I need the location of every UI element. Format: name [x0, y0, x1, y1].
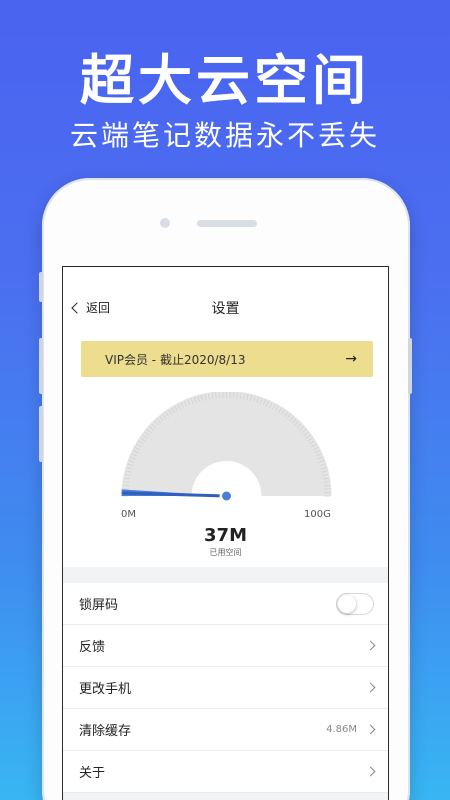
setting-clear-cache[interactable]: 清除缓存 4.86M: [63, 709, 388, 751]
side-button: [39, 272, 43, 302]
camera-icon: [160, 218, 170, 228]
setting-label: 清除缓存: [79, 724, 132, 739]
speaker-grille: [197, 220, 257, 227]
gauge-track: [121, 392, 332, 496]
settings-list: 锁屏码 反馈 更改手机 清除缓存 4.86M 关于: [63, 567, 388, 800]
vip-banner[interactable]: VIP会员 - 截止2020/8/13 →: [81, 341, 373, 377]
arrow-right-icon: →: [345, 351, 357, 367]
used-space-value: 37M: [204, 525, 247, 546]
chevron-right-icon: [365, 766, 376, 777]
setting-label: 锁屏码: [79, 598, 119, 613]
setting-feedback[interactable]: 反馈: [63, 625, 388, 667]
subline: 云端笔记数据永不丢失: [69, 119, 380, 152]
cache-size: 4.86M: [326, 724, 357, 735]
side-button: [408, 338, 412, 394]
vip-text: VIP会员 - 截止2020/8/13: [105, 352, 246, 367]
setting-about[interactable]: 关于: [63, 751, 388, 793]
gauge-graphic: [121, 392, 332, 503]
used-space-caption: 已用空间: [209, 548, 242, 557]
chevron-right-icon: [365, 640, 376, 651]
nav-bar: 返回 设置: [63, 295, 388, 323]
setting-lock-screen[interactable]: 锁屏码: [63, 583, 388, 625]
setting-change-phone[interactable]: 更改手机: [63, 667, 388, 709]
storage-gauge: 0M 100G: [63, 392, 388, 532]
gauge-min-label: 0M: [121, 509, 136, 520]
chevron-right-icon: [365, 724, 376, 735]
lock-screen-toggle[interactable]: [336, 592, 374, 615]
setting-label: 关于: [79, 766, 106, 781]
side-button: [39, 338, 43, 394]
app-screen: 返回 设置 VIP会员 - 截止2020/8/13 → 0M 100G 37M …: [62, 266, 389, 800]
setting-label: 反馈: [79, 640, 106, 655]
page-title: 设置: [211, 301, 240, 317]
side-button: [39, 406, 43, 462]
setting-label: 更改手机: [79, 682, 132, 697]
headline: 超大云空间: [80, 49, 370, 112]
gauge-max-label: 100G: [304, 509, 331, 520]
toggle-knob: [338, 594, 356, 613]
chevron-right-icon: [365, 682, 376, 693]
gauge-hub: [222, 491, 231, 501]
